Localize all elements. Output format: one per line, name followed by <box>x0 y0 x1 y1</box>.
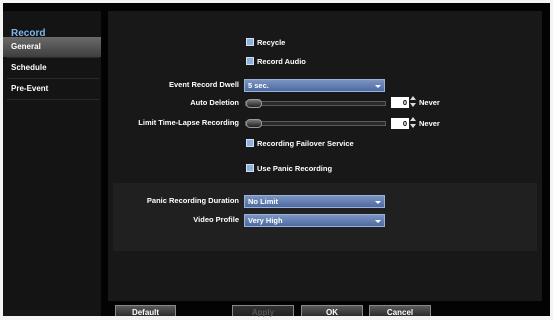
ok-button[interactable]: OK <box>301 305 363 317</box>
video-profile-dropdown[interactable]: Very High <box>244 214 385 227</box>
recording-failover-checkbox[interactable]: Recording Failover Service <box>246 138 354 150</box>
slider-thumb[interactable] <box>246 119 262 128</box>
arrow-down-icon[interactable] <box>410 124 416 128</box>
checkbox-checked-icon <box>246 139 254 148</box>
use-panic-checkbox[interactable]: Use Panic Recording <box>246 163 332 175</box>
recording-failover-label: Recording Failover Service <box>257 139 354 148</box>
event-record-dwell-value: 5 sec. <box>248 81 269 90</box>
limit-timelapse-slider[interactable] <box>245 119 386 128</box>
arrow-up-icon[interactable] <box>410 117 416 121</box>
checkbox-checked-icon <box>246 38 254 47</box>
video-profile-label: Video Profile <box>193 215 239 224</box>
sidebar-item-schedule[interactable]: Schedule <box>3 58 101 78</box>
limit-timelapse-unit: Never <box>419 119 440 128</box>
limit-timelapse-label: Limit Time-Lapse Recording <box>138 118 239 127</box>
video-profile-value: Very High <box>248 216 283 225</box>
chevron-down-icon <box>375 220 381 223</box>
event-record-dwell-dropdown[interactable]: 5 sec. <box>244 79 385 92</box>
sidebar-divider <box>7 99 99 100</box>
recycle-checkbox[interactable]: Recycle <box>246 37 285 49</box>
chevron-down-icon <box>375 85 381 88</box>
chevron-down-icon <box>375 201 381 204</box>
auto-deletion-label: Auto Deletion <box>190 98 239 107</box>
auto-deletion-value[interactable]: 0 <box>391 97 409 108</box>
record-audio-label: Record Audio <box>257 57 306 66</box>
auto-deletion-slider[interactable] <box>245 99 386 108</box>
default-button[interactable]: Default <box>115 305 176 317</box>
arrow-down-icon[interactable] <box>410 103 416 107</box>
panic-duration-label: Panic Recording Duration <box>146 196 239 205</box>
auto-deletion-unit: Never <box>419 98 440 107</box>
checkbox-checked-icon <box>246 57 254 66</box>
checkbox-checked-icon <box>246 164 254 173</box>
slider-thumb[interactable] <box>246 99 262 108</box>
record-audio-checkbox[interactable]: Record Audio <box>246 56 306 68</box>
panic-duration-value: No Limit <box>248 197 278 206</box>
event-record-dwell-label: Event Record Dwell <box>168 80 239 89</box>
arrow-up-icon[interactable] <box>410 96 416 100</box>
cancel-button[interactable]: Cancel <box>369 305 431 317</box>
sidebar: Record General Schedule Pre-Event <box>3 11 101 316</box>
auto-deletion-spinner[interactable] <box>410 96 416 108</box>
sidebar-item-pre-event[interactable]: Pre-Event <box>3 79 101 99</box>
apply-button[interactable]: Apply <box>232 305 294 317</box>
sidebar-item-general[interactable]: General <box>3 37 101 57</box>
use-panic-label: Use Panic Recording <box>257 164 333 173</box>
panic-duration-dropdown[interactable]: No Limit <box>244 195 385 208</box>
general-settings-panel <box>108 11 542 301</box>
limit-timelapse-value[interactable]: 0 <box>391 118 409 129</box>
limit-timelapse-spinner[interactable] <box>410 117 416 129</box>
recycle-label: Recycle <box>257 38 286 47</box>
